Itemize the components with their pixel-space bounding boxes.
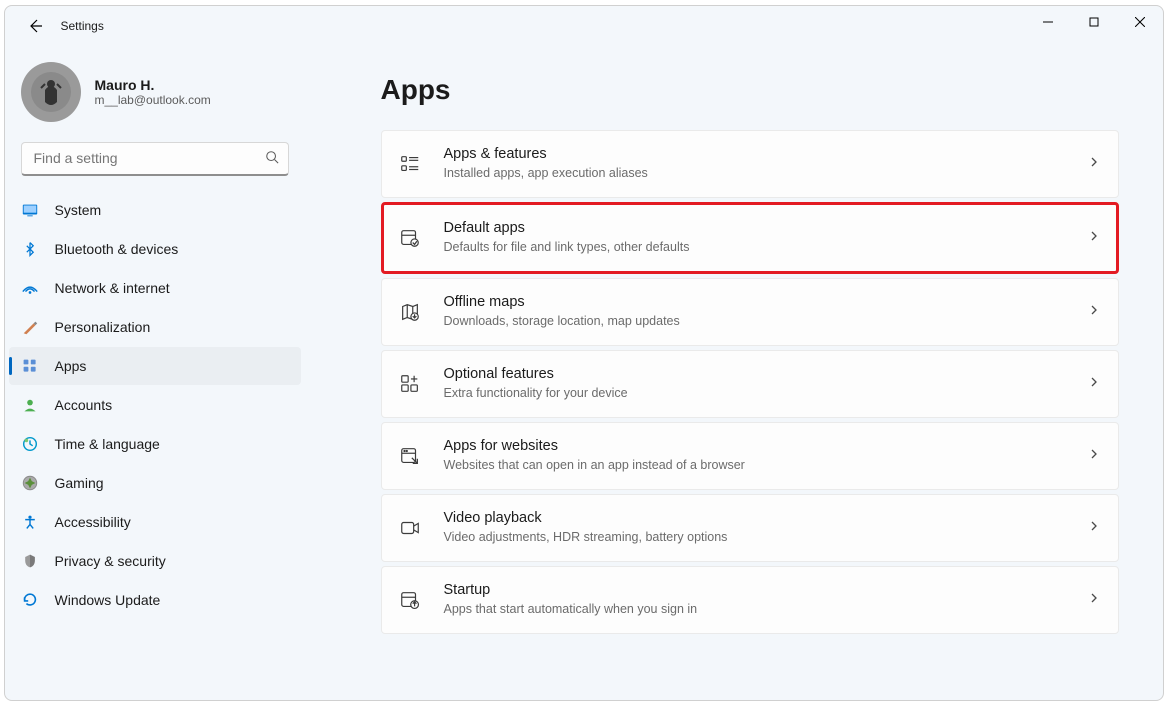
titlebar: Settings: [5, 6, 1163, 46]
apps-websites-icon: [398, 444, 422, 468]
gaming-icon: [21, 474, 39, 492]
page-title: Apps: [381, 74, 1119, 106]
nav-label: Windows Update: [55, 592, 161, 608]
nav-label: Network & internet: [55, 280, 170, 296]
chevron-right-icon: [1088, 303, 1100, 321]
nav-label: System: [55, 202, 102, 218]
card-subtitle: Installed apps, app execution aliases: [444, 165, 1088, 181]
card-text: Startup Apps that start automatically wh…: [444, 581, 1088, 617]
sidebar-item-system[interactable]: System: [9, 191, 301, 229]
sidebar-item-time[interactable]: Time & language: [9, 425, 301, 463]
nav-label: Accounts: [55, 397, 113, 413]
back-button[interactable]: [13, 6, 57, 46]
card-subtitle: Extra functionality for your device: [444, 385, 1088, 401]
chevron-right-icon: [1088, 155, 1100, 173]
accounts-icon: [21, 396, 39, 414]
time-icon: [21, 435, 39, 453]
chevron-right-icon: [1088, 591, 1100, 609]
search-input[interactable]: [21, 142, 289, 176]
sidebar-item-apps[interactable]: Apps: [9, 347, 301, 385]
card-optional-features[interactable]: Optional features Extra functionality fo…: [381, 350, 1119, 418]
card-startup[interactable]: Startup Apps that start automatically wh…: [381, 566, 1119, 634]
nav-label: Accessibility: [55, 514, 131, 530]
card-text: Default apps Defaults for file and link …: [444, 219, 1088, 255]
startup-icon: [398, 588, 422, 612]
offline-maps-icon: [398, 300, 422, 324]
card-text: Apps & features Installed apps, app exec…: [444, 145, 1088, 181]
apps-icon: [21, 357, 39, 375]
bluetooth-icon: [21, 240, 39, 258]
card-apps-websites[interactable]: Apps for websites Websites that can open…: [381, 422, 1119, 490]
card-apps-features[interactable]: Apps & features Installed apps, app exec…: [381, 130, 1119, 198]
nav-label: Bluetooth & devices: [55, 241, 179, 257]
nav-label: Privacy & security: [55, 553, 166, 569]
optional-features-icon: [398, 372, 422, 396]
nav-label: Gaming: [55, 475, 104, 491]
default-apps-icon: [398, 226, 422, 250]
card-offline-maps[interactable]: Offline maps Downloads, storage location…: [381, 278, 1119, 346]
settings-window: Settings Mauro H. m__lab@outlook.com: [4, 5, 1164, 701]
card-title: Default apps: [444, 219, 1088, 238]
apps-features-icon: [398, 152, 422, 176]
card-title: Offline maps: [444, 293, 1088, 312]
close-button[interactable]: [1117, 6, 1163, 38]
nav: System Bluetooth & devices Network & int…: [5, 191, 305, 619]
card-title: Startup: [444, 581, 1088, 600]
card-subtitle: Defaults for file and link types, other …: [444, 239, 1088, 255]
card-subtitle: Downloads, storage location, map updates: [444, 313, 1088, 329]
avatar: [21, 62, 81, 122]
card-text: Video playback Video adjustments, HDR st…: [444, 509, 1088, 545]
sidebar-item-accounts[interactable]: Accounts: [9, 386, 301, 424]
card-subtitle: Apps that start automatically when you s…: [444, 601, 1088, 617]
privacy-icon: [21, 552, 39, 570]
update-icon: [21, 591, 39, 609]
search-icon: [265, 150, 279, 169]
content-area: Mauro H. m__lab@outlook.com System Bluet…: [5, 46, 1163, 700]
app-title: Settings: [61, 19, 104, 33]
profile-text: Mauro H. m__lab@outlook.com: [95, 77, 211, 107]
card-default-apps[interactable]: Default apps Defaults for file and link …: [381, 202, 1119, 274]
nav-label: Time & language: [55, 436, 160, 452]
card-subtitle: Websites that can open in an app instead…: [444, 457, 1088, 473]
main-panel: Apps Apps & features Installed apps, app…: [305, 46, 1163, 700]
nav-label: Apps: [55, 358, 87, 374]
network-icon: [21, 279, 39, 297]
card-video-playback[interactable]: Video playback Video adjustments, HDR st…: [381, 494, 1119, 562]
sidebar-item-personalization[interactable]: Personalization: [9, 308, 301, 346]
user-email: m__lab@outlook.com: [95, 93, 211, 107]
sidebar-item-accessibility[interactable]: Accessibility: [9, 503, 301, 541]
card-title: Apps & features: [444, 145, 1088, 164]
personalization-icon: [21, 318, 39, 336]
chevron-right-icon: [1088, 229, 1100, 247]
search-container: [5, 138, 305, 190]
profile[interactable]: Mauro H. m__lab@outlook.com: [5, 54, 305, 138]
card-subtitle: Video adjustments, HDR streaming, batter…: [444, 529, 1088, 545]
chevron-right-icon: [1088, 519, 1100, 537]
card-title: Apps for websites: [444, 437, 1088, 456]
chevron-right-icon: [1088, 375, 1100, 393]
card-text: Apps for websites Websites that can open…: [444, 437, 1088, 473]
system-icon: [21, 201, 39, 219]
nav-label: Personalization: [55, 319, 151, 335]
sidebar-item-update[interactable]: Windows Update: [9, 581, 301, 619]
sidebar-item-network[interactable]: Network & internet: [9, 269, 301, 307]
chevron-right-icon: [1088, 447, 1100, 465]
sidebar: Mauro H. m__lab@outlook.com System Bluet…: [5, 46, 305, 700]
sidebar-item-privacy[interactable]: Privacy & security: [9, 542, 301, 580]
window-controls: [1025, 6, 1163, 38]
user-name: Mauro H.: [95, 77, 211, 93]
minimize-button[interactable]: [1025, 6, 1071, 38]
maximize-button[interactable]: [1071, 6, 1117, 38]
sidebar-item-bluetooth[interactable]: Bluetooth & devices: [9, 230, 301, 268]
card-text: Optional features Extra functionality fo…: [444, 365, 1088, 401]
sidebar-item-gaming[interactable]: Gaming: [9, 464, 301, 502]
card-title: Video playback: [444, 509, 1088, 528]
accessibility-icon: [21, 513, 39, 531]
card-title: Optional features: [444, 365, 1088, 384]
card-text: Offline maps Downloads, storage location…: [444, 293, 1088, 329]
video-playback-icon: [398, 516, 422, 540]
